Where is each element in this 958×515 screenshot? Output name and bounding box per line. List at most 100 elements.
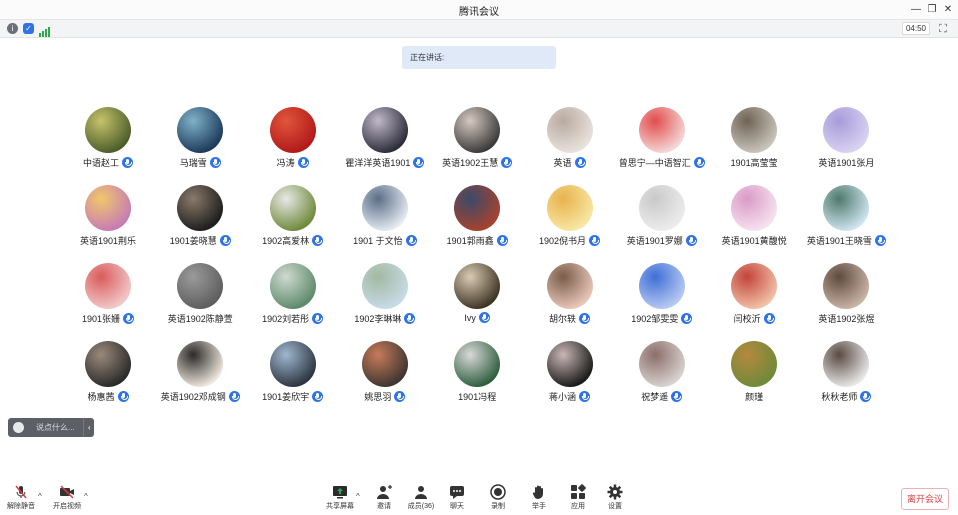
participant-tile[interactable]: 1902李琳琳 [339,260,431,338]
participant-tile[interactable]: 英语 [524,104,616,182]
participant-tile[interactable]: 祝梦遥 [616,338,708,416]
avatar[interactable] [638,185,685,231]
avatar[interactable] [731,263,778,309]
avatar[interactable] [546,341,593,387]
avatar[interactable] [638,107,685,153]
participant-tile[interactable]: 秋秋老师 [800,338,892,416]
avatar[interactable] [269,107,316,153]
participant-tile[interactable]: Ivy [431,260,523,338]
chevron-left-icon[interactable]: ‹ [88,418,91,437]
participant-tile[interactable]: 1901冯程 [431,338,523,416]
participant-tile[interactable]: 1901姜欣宇 [247,338,339,416]
participant-tile[interactable]: 1901郭雨鑫 [431,182,523,260]
audio-options-caret-icon[interactable]: ^ [38,492,42,501]
avatar[interactable] [269,263,316,309]
avatar[interactable] [454,263,501,309]
mic-icon [209,157,221,168]
participant-tile[interactable]: 闫校沂 [708,260,800,338]
participant-tile[interactable]: 1902倪书月 [524,182,616,260]
participant-tile[interactable]: 瞿洋洋英语1901 [339,104,431,182]
close-icon[interactable]: ✕ [940,2,956,18]
avatar[interactable] [361,263,408,309]
avatar[interactable] [361,341,408,387]
leave-meeting-button[interactable]: 离开会议 [901,488,949,510]
unmute-button[interactable]: 解除静音 [3,484,39,514]
participant-name: 闫校沂 [733,314,761,324]
avatar[interactable] [269,185,316,231]
participant-tile[interactable]: 1902高爱林 [247,182,339,260]
participant-tile[interactable]: 英语1901张月 [800,104,892,182]
participant-tile[interactable]: 1901高莹莹 [708,104,800,182]
start-video-button[interactable]: 开启视频 [49,484,85,514]
avatar[interactable] [177,185,224,231]
chat-input-pill[interactable]: 说点什么... ‹ [8,418,94,437]
avatar[interactable] [731,107,778,153]
avatar[interactable] [638,341,685,387]
avatar[interactable] [546,185,593,231]
minimize-icon[interactable]: — [908,2,924,18]
avatar[interactable] [85,263,131,309]
participant-tile[interactable]: 蒋小涵 [524,338,616,416]
share-options-caret-icon[interactable]: ^ [356,492,360,501]
participant-tile[interactable]: 1901姜晓慧 [154,182,246,260]
avatar[interactable] [823,107,870,153]
avatar[interactable] [823,185,870,231]
participant-tile[interactable]: 1901张姗 [62,260,154,338]
participant-tile[interactable]: 曾思宁—中语智汇 [616,104,708,182]
record-button[interactable]: 录制 [480,484,516,514]
participant-tile[interactable]: 冯涛 [247,104,339,182]
participant-tile[interactable]: 英语1902陈静萱 [154,260,246,338]
avatar[interactable] [823,341,870,387]
signal-icon[interactable] [39,24,51,37]
restore-icon[interactable]: ❐ [924,2,940,18]
avatar[interactable] [85,185,131,231]
participant-tile[interactable]: 姚思羽 [339,338,431,416]
emoji-icon[interactable] [13,422,24,433]
participant-tile[interactable]: 英语1901王晓雪 [800,182,892,260]
participant-tile[interactable]: 胡尔轶 [524,260,616,338]
avatar[interactable] [177,107,224,153]
avatar[interactable] [85,341,131,387]
settings-button[interactable]: 设置 [597,484,633,514]
avatar[interactable] [546,107,593,153]
fullscreen-icon[interactable]: ⛶ [936,22,950,36]
avatar[interactable] [361,185,408,231]
apps-button[interactable]: 应用 [560,484,596,514]
info-icon[interactable]: i [7,23,18,34]
raise-hand-button[interactable]: 举手 [521,484,557,514]
participant-tile[interactable]: 杨惠茜 [62,338,154,416]
participant-tile[interactable]: 英语1902王慧 [431,104,523,182]
video-options-caret-icon[interactable]: ^ [84,492,88,501]
chat-button[interactable]: 聊天 [439,484,475,514]
participant-tile[interactable]: 中语赵工 [62,104,154,182]
shield-icon[interactable]: ✓ [23,23,34,34]
avatar[interactable] [269,341,316,387]
share-screen-button[interactable]: 共享屏幕 [322,484,358,514]
avatar[interactable] [454,107,501,153]
avatar[interactable] [546,263,593,309]
participant-tile[interactable]: 英语1902邓成钢 [154,338,246,416]
participant-tile[interactable]: 颜瑾 [708,338,800,416]
participant-tile[interactable]: 1902刘若彤 [247,260,339,338]
avatar[interactable] [177,341,224,387]
avatar[interactable] [454,341,501,387]
participant-tile[interactable]: 1902邹雯雯 [616,260,708,338]
participant-tile[interactable]: 英语1901荆乐 [62,182,154,260]
avatar[interactable] [731,341,778,387]
avatar[interactable] [823,263,870,309]
participant-tile[interactable]: 马瑞雪 [154,104,246,182]
participant-tile[interactable]: 英语1901罗娜 [616,182,708,260]
avatar[interactable] [454,185,501,231]
members-button[interactable]: 成员(36) [403,484,439,514]
avatar[interactable] [177,263,224,309]
avatar[interactable] [731,185,778,231]
avatar[interactable] [361,107,408,153]
avatar[interactable] [638,263,685,309]
participant-tile[interactable]: 1901 于文怡 [339,182,431,260]
chat-placeholder[interactable]: 说点什么... [36,418,75,437]
participant-tile[interactable]: 英语1902张煜 [800,260,892,338]
participant-tile[interactable]: 英语1901黄馥悦 [708,182,800,260]
invite-button[interactable]: 邀请 [366,484,402,514]
apps-label: 应用 [571,503,585,510]
avatar[interactable] [85,107,131,153]
